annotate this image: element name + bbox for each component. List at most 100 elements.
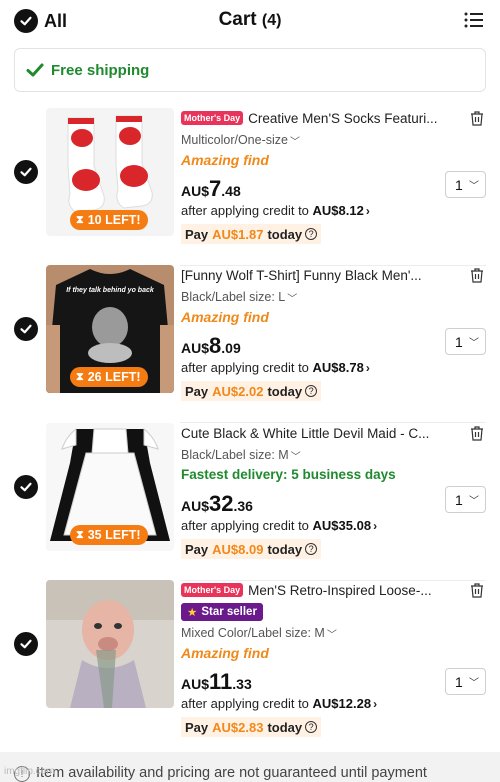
pay-when: today — [267, 383, 303, 399]
item-check-icon[interactable] — [14, 475, 38, 499]
trash-icon[interactable] — [468, 424, 486, 442]
trash-icon[interactable] — [468, 581, 486, 599]
watermark: imgflip.com — [4, 766, 55, 777]
quantity-select[interactable]: 1 ﹀ — [445, 171, 486, 198]
variant-selector[interactable]: Mixed Color/Label size: M ﹀ — [181, 625, 486, 641]
stock-left-badge: ⧗ 35 LEFT! — [70, 525, 148, 545]
item-tagline: Amazing find — [181, 152, 269, 168]
cart-count: (4) — [261, 12, 282, 29]
item-check-icon[interactable] — [14, 632, 38, 656]
item-title[interactable]: Creative Men'S Socks Featuri... — [248, 111, 460, 126]
stock-left-text: 10 LEFT! — [87, 213, 141, 227]
credit-link[interactable]: after applying credit to AU$8.12 › — [181, 203, 486, 221]
item-title[interactable]: Cute Black & White Little Devil Maid - C… — [181, 426, 460, 441]
price-cents: .33 — [232, 676, 252, 692]
pay-amount: AU$2.02 — [212, 383, 264, 399]
availability-notice: ! Item availability and pricing are not … — [0, 752, 500, 782]
item-check-icon[interactable] — [14, 317, 38, 341]
item-price: AU$ 7 .48 — [181, 176, 486, 201]
stock-left-badge: ⧗ 10 LEFT! — [70, 210, 148, 230]
cart-item: Mother's Day Men'S Retro-Inspired Loose-… — [0, 580, 500, 750]
chevron-down-icon: ﹀ — [287, 293, 298, 305]
help-icon[interactable]: ? — [305, 543, 318, 555]
cart-title-text: Cart — [218, 9, 257, 30]
credit-amount: AU$35.08 — [312, 518, 372, 533]
variant-label: Black/Label size: M — [181, 448, 289, 462]
trash-icon[interactable] — [468, 109, 486, 127]
price-whole: 32 — [209, 491, 234, 516]
mothers-day-tag: Mother's Day — [181, 583, 244, 597]
credit-amount: AU$8.12 — [312, 203, 364, 218]
chevron-down-icon: ﹀ — [469, 181, 479, 192]
item-check-icon[interactable] — [14, 160, 38, 184]
chevron-down-icon: ﹀ — [469, 496, 479, 507]
credit-text: after applying credit to — [181, 360, 309, 375]
delivery-tagline: Fastest delivery: 5 business days — [181, 467, 396, 482]
quantity-select[interactable]: 1 ﹀ — [445, 328, 486, 355]
stock-left-text: 26 LEFT! — [87, 370, 141, 384]
item-price: AU$ 8 .09 — [181, 333, 486, 358]
trash-icon[interactable] — [468, 266, 486, 284]
price-cents: .36 — [233, 498, 253, 514]
hourglass-icon: ⧗ — [76, 213, 84, 226]
price-currency: AU$ — [181, 183, 210, 199]
credit-text: after applying credit to — [181, 203, 309, 218]
pay-label: Pay — [185, 541, 209, 557]
help-icon[interactable]: ? — [305, 385, 318, 397]
stock-left-badge: ⧗ 26 LEFT! — [70, 367, 148, 387]
list-menu-icon[interactable] — [464, 11, 484, 29]
chevron-down-icon: ﹀ — [469, 678, 479, 689]
pay-when: today — [267, 719, 303, 735]
help-icon[interactable]: ? — [305, 228, 318, 240]
help-icon[interactable]: ? — [305, 721, 318, 733]
availability-notice-text: Item availability and pricing are not gu… — [36, 765, 427, 781]
product-image[interactable]: ⧗ 10 LEFT! — [46, 108, 174, 236]
chevron-down-icon: ﹀ — [469, 338, 479, 349]
star-seller-badge: ★ Star seller — [181, 603, 263, 621]
chevron-down-icon: ﹀ — [289, 136, 300, 148]
cart-header: All Cart (4) — [0, 0, 500, 42]
chevron-right-icon: › — [373, 519, 378, 533]
pay-label: Pay — [185, 226, 209, 242]
chevron-right-icon: › — [365, 361, 370, 375]
pay-today-badge: Pay AU$1.87 today ? — [181, 224, 322, 244]
quantity-select[interactable]: 1 ﹀ — [445, 486, 486, 513]
item-price: AU$ 32 .36 — [181, 491, 486, 516]
quantity-value: 1 — [455, 491, 463, 508]
chevron-right-icon: › — [373, 697, 378, 711]
price-cents: .48 — [221, 183, 241, 199]
shirt-print-text: If they talk behind yo back — [66, 287, 155, 294]
product-image[interactable]: ⧗ 35 LEFT! — [46, 423, 174, 551]
cart-item: ⧗ 35 LEFT! Cute Black & White Little Dev… — [0, 423, 500, 581]
product-image[interactable]: If they talk behind yo back ⧗ 26 LEFT! — [46, 265, 174, 393]
pay-amount: AU$8.09 — [212, 541, 264, 557]
item-info: Cute Black & White Little Devil Maid - C… — [181, 423, 486, 559]
hourglass-icon: ⧗ — [76, 370, 84, 383]
quantity-value: 1 — [455, 176, 463, 193]
pay-today-badge: Pay AU$2.02 today ? — [181, 381, 322, 401]
variant-selector[interactable]: Multicolor/One-size ﹀ — [181, 132, 486, 148]
quantity-value: 1 — [455, 333, 463, 350]
variant-selector[interactable]: Black/Label size: M ﹀ — [181, 447, 486, 463]
product-image[interactable] — [46, 580, 174, 708]
credit-text: after applying credit to — [181, 518, 309, 533]
star-icon: ★ — [187, 607, 198, 619]
credit-amount: AU$8.78 — [312, 360, 364, 375]
price-whole: 8 — [209, 333, 222, 358]
credit-link[interactable]: after applying credit to AU$12.28 › — [181, 696, 486, 714]
variant-label: Multicolor/One-size — [181, 133, 288, 147]
pay-label: Pay — [185, 383, 209, 399]
pay-amount: AU$2.83 — [212, 719, 264, 735]
variant-selector[interactable]: Black/Label size: L ﹀ — [181, 289, 486, 305]
quantity-select[interactable]: 1 ﹀ — [445, 668, 486, 695]
item-title[interactable]: [Funny Wolf T-Shirt] Funny Black Men'... — [181, 268, 460, 283]
price-currency: AU$ — [181, 498, 210, 514]
item-title[interactable]: Men'S Retro-Inspired Loose-... — [248, 583, 460, 598]
price-whole: 11 — [209, 669, 233, 694]
pay-when: today — [267, 541, 303, 557]
stock-left-text: 35 LEFT! — [87, 528, 141, 542]
credit-link[interactable]: after applying credit to AU$8.78 › — [181, 360, 486, 378]
credit-link[interactable]: after applying credit to AU$35.08 › — [181, 518, 486, 536]
pay-when: today — [267, 226, 303, 242]
free-shipping-label: Free shipping — [51, 61, 150, 79]
